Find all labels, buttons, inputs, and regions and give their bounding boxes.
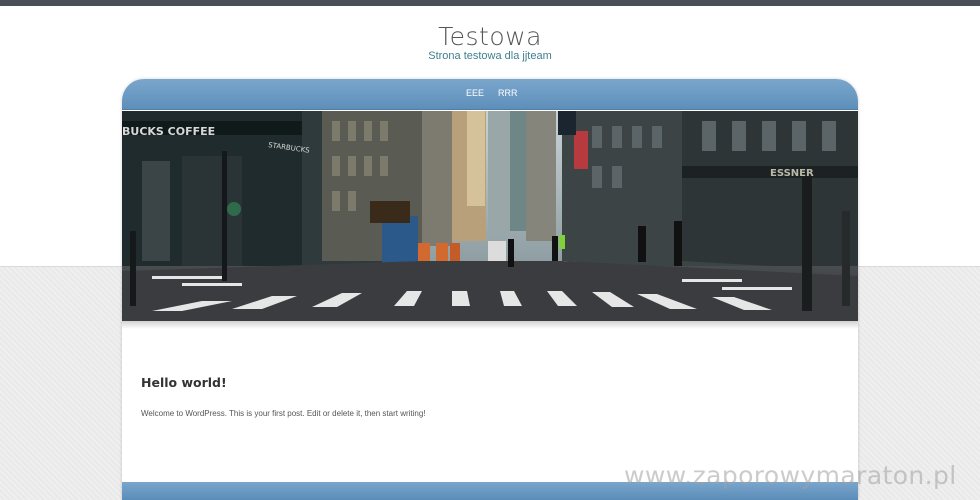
- main-navigation: EEE RRR: [122, 79, 858, 110]
- nav-item-eee[interactable]: EEE: [466, 88, 484, 98]
- right-sign-text: ESSNER: [770, 168, 814, 179]
- header-image-shadow: [122, 321, 858, 329]
- nav-item-rrr[interactable]: RRR: [498, 88, 518, 98]
- post-title[interactable]: Hello world!: [141, 375, 227, 390]
- content-container: EEE RRR BUCKS COFFEE STARBUCKS ESSNER He…: [122, 79, 858, 500]
- site-title[interactable]: Testowa: [0, 22, 980, 51]
- storefront-sign-text: BUCKS COFFEE: [122, 125, 215, 138]
- street-photo: BUCKS COFFEE STARBUCKS ESSNER: [122, 111, 858, 321]
- site-description: Strona testowa dla jjteam: [428, 50, 552, 62]
- header-image: BUCKS COFFEE STARBUCKS ESSNER: [122, 111, 858, 321]
- watermark: www.zaporowymaraton.pl: [624, 461, 957, 490]
- post-body: Welcome to WordPress. This is your first…: [141, 409, 426, 418]
